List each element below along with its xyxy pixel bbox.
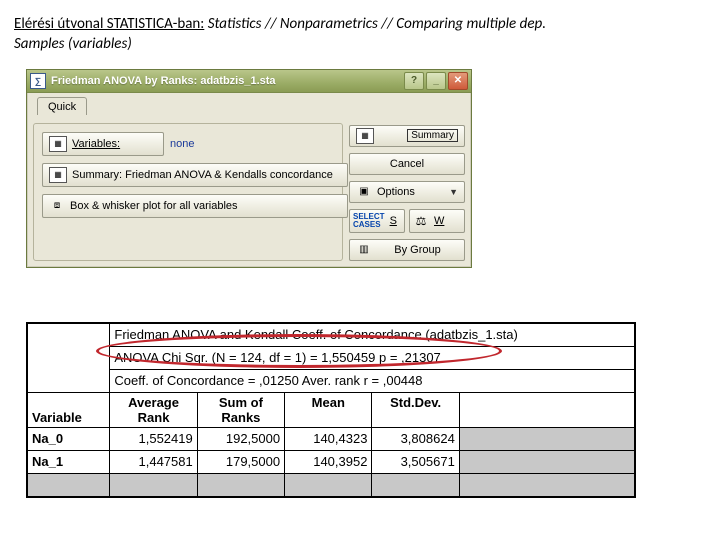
chevron-down-icon: ▼ [449, 187, 458, 197]
results-panel: Friedman ANOVA and Kendall Coeff. of Con… [26, 322, 636, 498]
results-stat: ANOVA Chi Sqr. (N = 124, df = 1) = 1,550… [110, 346, 635, 369]
dialog-title: Friedman ANOVA by Ranks: adatbzis_1.sta [51, 75, 402, 87]
col-variable: Variable [27, 392, 110, 427]
select-cases-button[interactable]: SELECTCASES S [349, 209, 405, 233]
options-label: Options [377, 186, 444, 198]
by-group-icon: ▥ [356, 243, 372, 257]
box-whisker-label: Box & whisker plot for all variables [70, 200, 341, 212]
grid-icon: ▦ [49, 167, 67, 183]
table-row: Na_0 1,552419 192,5000 140,4323 3,808624 [27, 427, 635, 450]
by-group-button[interactable]: ▥ By Group [349, 239, 465, 261]
table-row-empty [27, 473, 635, 497]
col-stddev: Std.Dev. [372, 392, 459, 427]
w-label: W [434, 215, 444, 227]
grid-icon: ▦ [49, 136, 67, 152]
options-icon: ▣ [356, 185, 372, 199]
weights-button[interactable]: ⚖ W [409, 209, 465, 233]
select-cases-icon: SELECTCASES [353, 213, 385, 229]
options-button[interactable]: ▣ Options ▼ [349, 181, 465, 203]
app-icon: ∑ [30, 73, 46, 89]
cancel-label: Cancel [356, 158, 458, 170]
tab-quick[interactable]: Quick [37, 97, 87, 115]
col-avg-rank: AverageRank [110, 392, 197, 427]
heading-lead: Elérési útvonal STATISTICA-ban: [14, 15, 204, 33]
summary-friedman-button[interactable]: ▦ Summary: Friedman ANOVA & Kendalls con… [42, 163, 348, 187]
close-button[interactable]: ✕ [448, 72, 468, 90]
results-table: Friedman ANOVA and Kendall Coeff. of Con… [26, 322, 636, 498]
heading-path: Statistics // Nonparametrics // Comparin… [204, 15, 546, 33]
summary-friedman-label: Summary: Friedman ANOVA & Kendalls conco… [72, 169, 341, 181]
summary-button[interactable]: ▦ Summary [349, 125, 465, 147]
s-label: S [390, 215, 397, 227]
col-mean: Mean [285, 392, 372, 427]
summary-label: Summary [407, 129, 458, 142]
box-whisker-button[interactable]: ⧈ Box & whisker plot for all variables [42, 194, 348, 218]
boxplot-icon: ⧈ [49, 199, 65, 213]
page-heading: Elérési útvonal STATISTICA-ban: Statisti… [14, 14, 706, 55]
table-row: Na_1 1,447581 179,5000 140,3952 3,505671 [27, 450, 635, 473]
titlebar: ∑ Friedman ANOVA by Ranks: adatbzis_1.st… [27, 70, 471, 93]
variables-button[interactable]: ▦ Variables: [42, 132, 164, 156]
tabstrip: Quick [33, 97, 465, 117]
results-coeff: Coeff. of Concordance = ,01250 Aver. ran… [110, 369, 635, 392]
col-empty [459, 392, 635, 427]
heading-path-2: Samples (variables) [14, 35, 132, 53]
weights-icon: ⚖ [413, 214, 429, 228]
grid-icon: ▦ [356, 128, 374, 144]
col-sum-ranks: Sum ofRanks [197, 392, 284, 427]
variables-value: none [170, 138, 194, 150]
help-button[interactable]: ? [404, 72, 424, 90]
minimize-button[interactable]: _ [426, 72, 446, 90]
left-pane: ▦ Variables: none ▦ Summary: Friedman AN… [33, 123, 343, 261]
results-title: Friedman ANOVA and Kendall Coeff. of Con… [110, 323, 635, 347]
variables-label: Variables: [72, 138, 120, 150]
by-group-label: By Group [377, 244, 458, 256]
right-pane: ▦ Summary Cancel ▣ Options ▼ SELECTCASES… [349, 123, 465, 261]
cancel-button[interactable]: Cancel [349, 153, 465, 175]
friedman-dialog: ∑ Friedman ANOVA by Ranks: adatbzis_1.st… [26, 69, 472, 268]
